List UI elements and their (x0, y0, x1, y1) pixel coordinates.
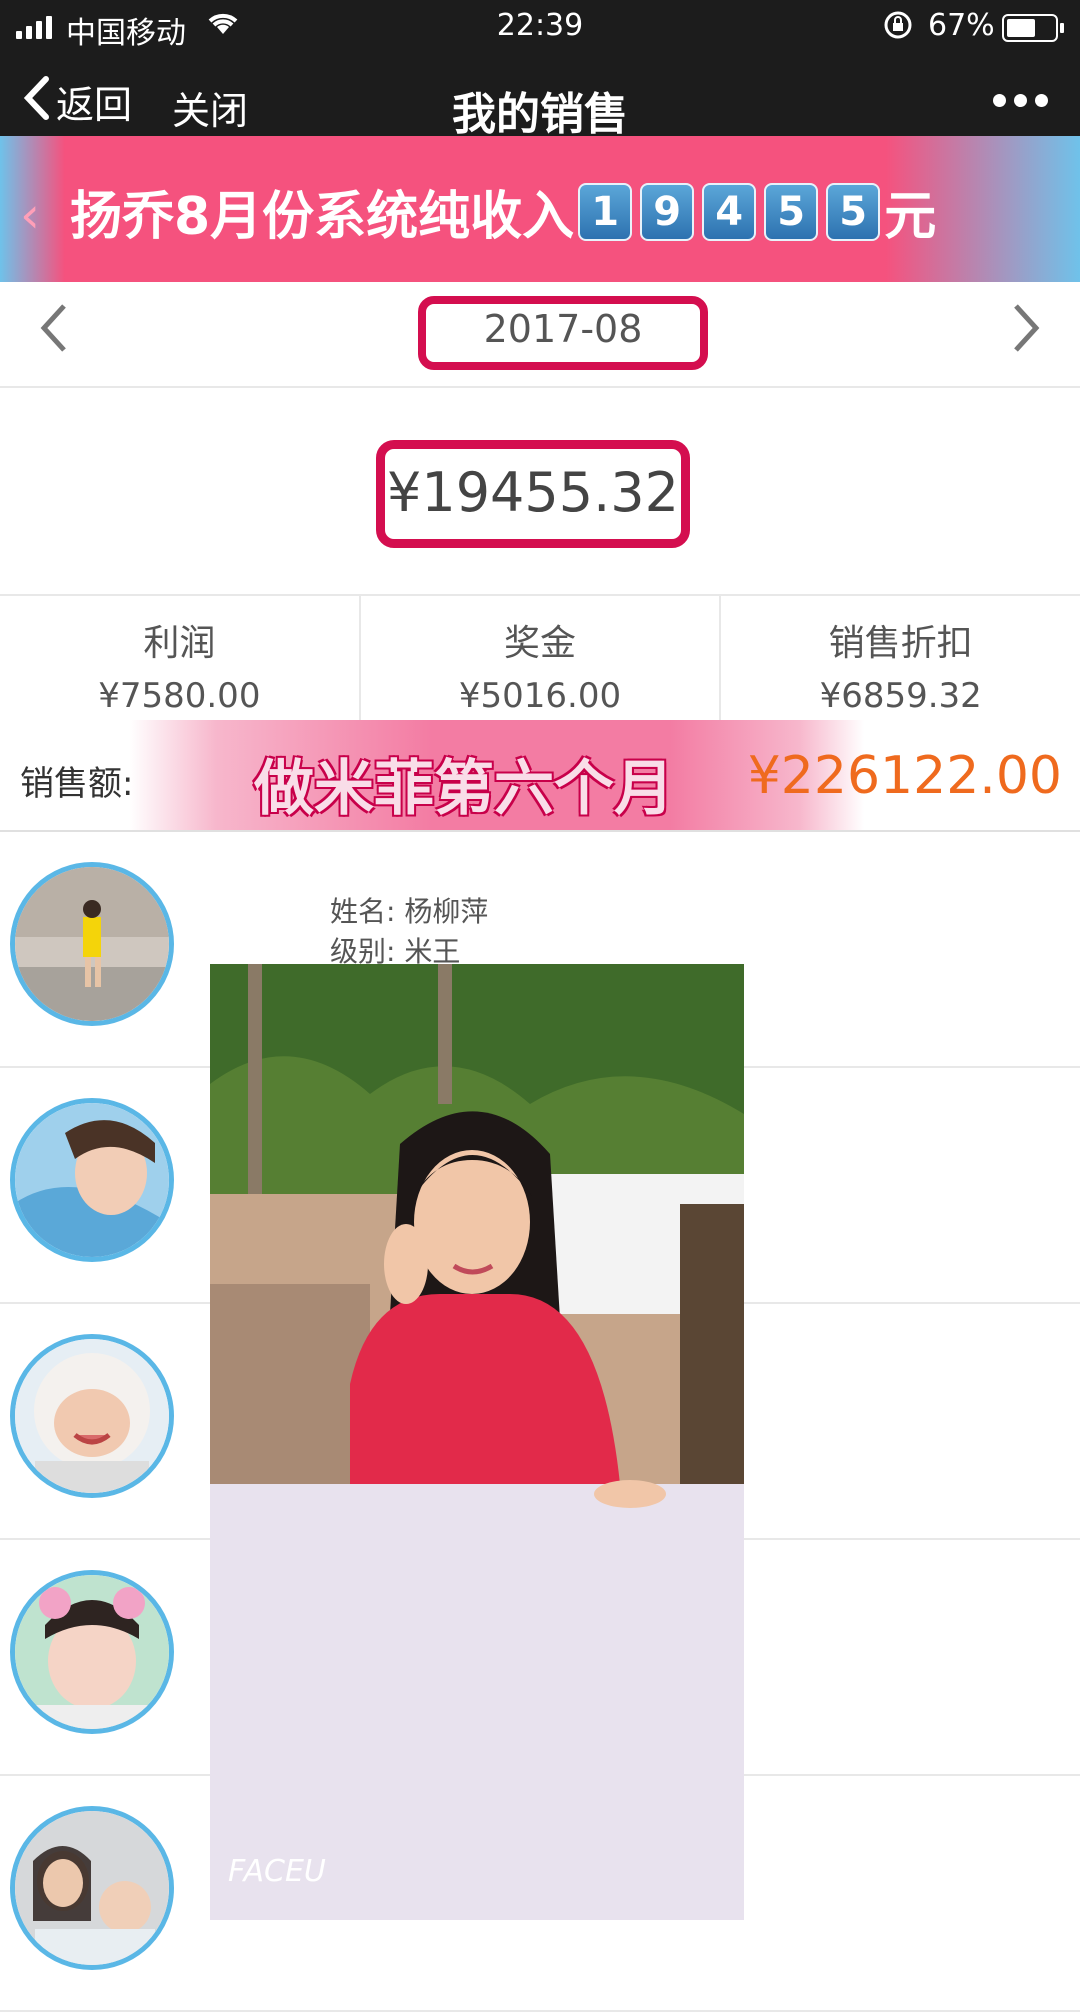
nav-bar: 返回 关闭 我的销售 (0, 54, 1080, 140)
stat-profit: 利润 ¥7580.00 (0, 596, 361, 720)
stat-discount: 销售折扣 ¥6859.32 (721, 596, 1080, 720)
rotation-lock-icon (882, 9, 914, 48)
page-title: 我的销售 (452, 89, 628, 140)
month-value[interactable]: 2017-08 (418, 296, 708, 370)
banner-digit: 5 (764, 182, 819, 241)
more-options-icon[interactable] (993, 94, 1048, 107)
stat-value: ¥5016.00 (458, 676, 622, 716)
next-month-button[interactable] (1010, 300, 1044, 371)
total-income: ¥19455.32 (376, 440, 690, 548)
banner-text: 扬乔8月份系统纯收入 1 9 4 5 5 元 (70, 174, 936, 249)
member-name: 杨柳萍 (404, 895, 489, 928)
prev-month-button[interactable] (36, 300, 70, 371)
status-bar: 中国移动 22:39 67% (0, 0, 1080, 54)
month-selector: 2017-08 (0, 282, 1080, 388)
banner-prefix: 扬乔8月份系统纯收入 (70, 187, 575, 247)
stat-value: ¥7580.00 (98, 676, 261, 716)
banner-digit: 9 (640, 182, 695, 241)
sales-amount: ¥226122.00 (747, 746, 1062, 806)
battery-icon (1002, 14, 1064, 42)
battery-percent: 67% (928, 8, 995, 43)
portrait-photo (210, 964, 744, 1920)
clock: 22:39 (496, 8, 584, 43)
banner-digit: 1 (578, 182, 633, 241)
avatar (10, 1334, 174, 1498)
sales-row: 销售额: 做米菲第六个月 ¥226122.00 (0, 720, 1080, 832)
overlay-photo: FACEU (210, 964, 744, 1920)
avatar (10, 1570, 174, 1734)
sales-label: 销售额: (20, 764, 134, 804)
banner-digit: 4 (702, 182, 757, 241)
stat-label: 销售折扣 (828, 623, 973, 664)
stat-bonus: 奖金 ¥5016.00 (361, 596, 722, 720)
stats-row: 利润 ¥7580.00 奖金 ¥5016.00 销售折扣 ¥6859.32 (0, 594, 1080, 722)
member-info: 姓名: 杨柳萍 级别: 米王 (330, 892, 488, 972)
banner-suffix: 元 (884, 187, 937, 247)
income-banner: ‹ 扬乔8月份系统纯收入 1 9 4 5 5 元 (0, 136, 1080, 282)
avatar (10, 1098, 174, 1262)
sales-overlay-text: 做米菲第六个月 (254, 754, 674, 824)
photo-watermark: FACEU (228, 1854, 326, 1889)
avatar (10, 1806, 174, 1970)
stat-value: ¥6859.32 (819, 676, 982, 716)
chevron-left-icon: ‹ (20, 186, 40, 244)
banner-digit: 5 (826, 182, 881, 241)
stat-label: 利润 (143, 623, 216, 664)
stat-label: 奖金 (504, 623, 577, 664)
avatar (10, 862, 174, 1026)
name-label: 姓名: (330, 895, 396, 928)
